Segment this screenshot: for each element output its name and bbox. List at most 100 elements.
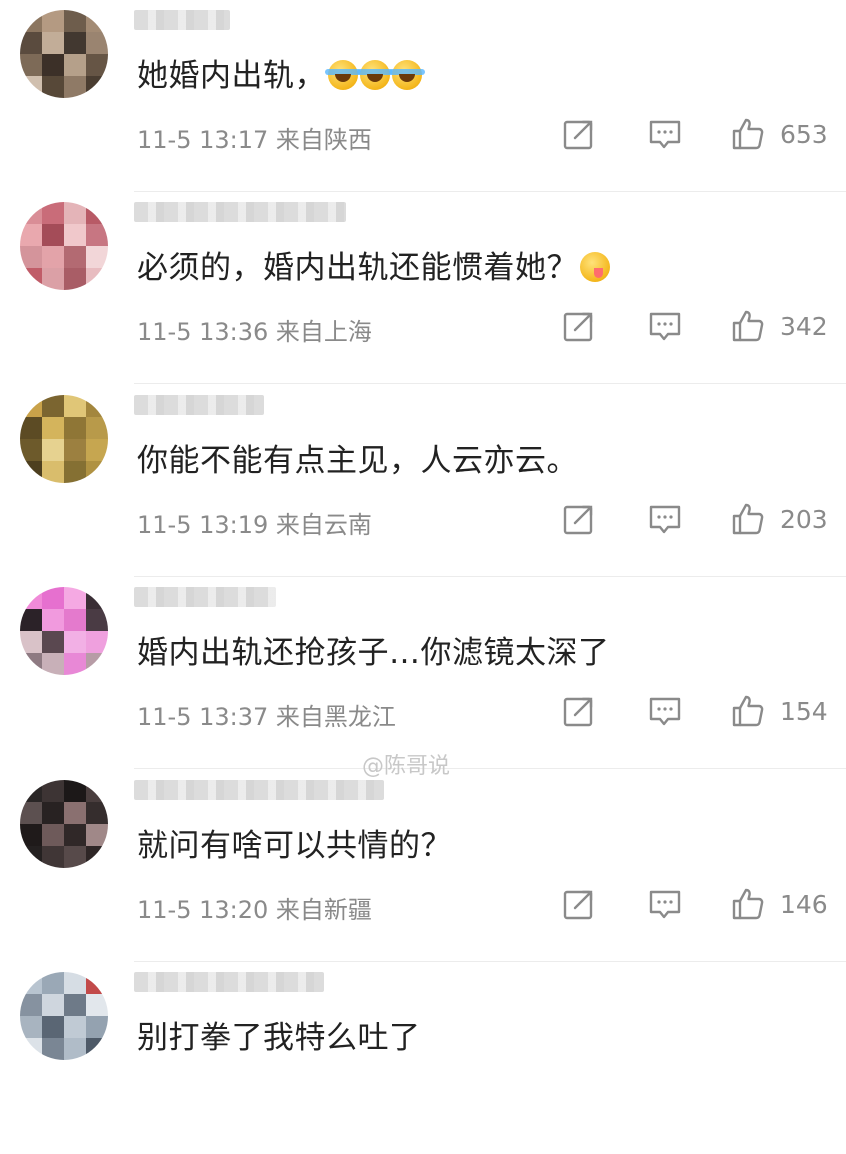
comment-item: 你能不能有点主见，人云亦云。 11-5 13:19 来自云南 203 — [0, 385, 846, 577]
comment-icon — [649, 312, 681, 341]
avatar-pixel — [86, 268, 108, 290]
comment-text-content: 婚内出轨还抢孩子…你滤镜太深了 — [137, 635, 610, 671]
share-icon — [563, 697, 593, 727]
avatar-pixel — [64, 461, 86, 483]
laugh-cry-emoji — [325, 60, 361, 90]
avatar-pixel — [64, 653, 86, 675]
avatar-pixel — [64, 417, 86, 439]
like-count: 653 — [780, 120, 828, 149]
username-blurred[interactable] — [134, 202, 346, 222]
share-icon — [563, 312, 593, 342]
avatar-pixel — [64, 246, 86, 268]
comment-time: 11-5 13:19 — [137, 511, 269, 539]
avatar[interactable] — [20, 972, 108, 1060]
avatar-pixel — [64, 202, 86, 224]
avatar-pixel — [42, 994, 64, 1016]
share-button[interactable] — [562, 694, 596, 728]
tongue-emoji — [580, 252, 610, 282]
avatar-pixel — [86, 1038, 108, 1060]
share-button[interactable] — [562, 117, 596, 151]
avatar-pixel — [42, 461, 64, 483]
avatar-pixel — [64, 10, 86, 32]
reply-button[interactable] — [648, 309, 682, 343]
share-button[interactable] — [562, 502, 596, 536]
avatar-pixel — [86, 395, 108, 417]
comment-item: 别打拳了我特么吐了 — [0, 962, 846, 1154]
share-icon — [563, 890, 593, 920]
comment-time: 11-5 13:20 — [137, 896, 269, 924]
avatar[interactable] — [20, 202, 108, 290]
username-blurred[interactable] — [134, 10, 230, 30]
like-button[interactable] — [731, 887, 765, 921]
avatar-pixel — [86, 994, 108, 1016]
laugh-cry-emoji — [357, 60, 393, 90]
avatar-pixel — [64, 268, 86, 290]
avatar-pixel — [64, 631, 86, 653]
avatar-pixel — [20, 631, 42, 653]
avatar-pixel — [20, 609, 42, 631]
like-button[interactable] — [731, 694, 765, 728]
avatar-pixel — [42, 802, 64, 824]
avatar-pixel — [20, 802, 42, 824]
comment-location: 来自上海 — [275, 318, 372, 346]
comment-text-content: 她婚内出轨， — [137, 58, 326, 94]
reply-button[interactable] — [648, 502, 682, 536]
like-button[interactable] — [731, 309, 765, 343]
avatar[interactable] — [20, 10, 108, 98]
avatar-pixel — [64, 1038, 86, 1060]
avatar[interactable] — [20, 587, 108, 675]
avatar-pixel — [42, 587, 64, 609]
avatar-pixel — [20, 54, 42, 76]
username-blurred[interactable] — [134, 587, 276, 607]
reply-button[interactable] — [648, 117, 682, 151]
avatar-pixel — [86, 54, 108, 76]
avatar-pixel — [86, 824, 108, 846]
reply-button[interactable] — [648, 694, 682, 728]
avatar-pixel — [64, 224, 86, 246]
avatar-pixel — [42, 246, 64, 268]
comment-time: 11-5 13:17 — [137, 126, 269, 154]
avatar-pixel — [64, 802, 86, 824]
divider — [134, 383, 846, 384]
avatar-pixel — [20, 1038, 42, 1060]
avatar[interactable] — [20, 780, 108, 868]
avatar-pixel — [42, 202, 64, 224]
username-blurred[interactable] — [134, 780, 384, 800]
comment-meta: 11-5 13:37 来自黑龙江 — [137, 697, 396, 732]
avatar-pixel — [42, 54, 64, 76]
comment-text-content: 别打拳了我特么吐了 — [137, 1020, 421, 1056]
avatar-pixel — [42, 224, 64, 246]
share-button[interactable] — [562, 887, 596, 921]
like-button[interactable] — [731, 117, 765, 151]
reply-button[interactable] — [648, 887, 682, 921]
like-count: 203 — [780, 505, 828, 534]
avatar-pixel — [42, 417, 64, 439]
username-blurred[interactable] — [134, 395, 264, 415]
comment-text: 别打拳了我特么吐了 — [137, 1012, 421, 1057]
avatar-pixel — [20, 439, 42, 461]
avatar-pixel — [86, 609, 108, 631]
avatar-pixel — [64, 780, 86, 802]
comment-icon — [649, 505, 681, 534]
comment-item: 必须的，婚内出轨还能惯着她？ 11-5 13:36 来自上海 342 — [0, 192, 846, 384]
avatar-pixel — [20, 268, 42, 290]
avatar-pixel — [86, 10, 108, 32]
like-count: 146 — [780, 890, 828, 919]
avatar-pixel — [64, 439, 86, 461]
avatar-pixel — [42, 824, 64, 846]
comment-text-content: 必须的，婚内出轨还能惯着她？ — [137, 250, 578, 286]
avatar[interactable] — [20, 395, 108, 483]
comment-icon — [649, 890, 681, 919]
avatar-pixel — [42, 10, 64, 32]
avatar-pixel — [86, 802, 108, 824]
share-button[interactable] — [562, 309, 596, 343]
comment-location: 来自黑龙江 — [275, 703, 396, 731]
avatar-pixel — [42, 439, 64, 461]
comment-text: 必须的，婚内出轨还能惯着她？ — [137, 242, 610, 287]
username-blurred[interactable] — [134, 972, 324, 992]
comment-meta: 11-5 13:36 来自上海 — [137, 312, 372, 347]
comment-text: 她婚内出轨， — [137, 50, 425, 95]
avatar-pixel — [86, 246, 108, 268]
like-button[interactable] — [731, 502, 765, 536]
avatar-pixel — [64, 587, 86, 609]
